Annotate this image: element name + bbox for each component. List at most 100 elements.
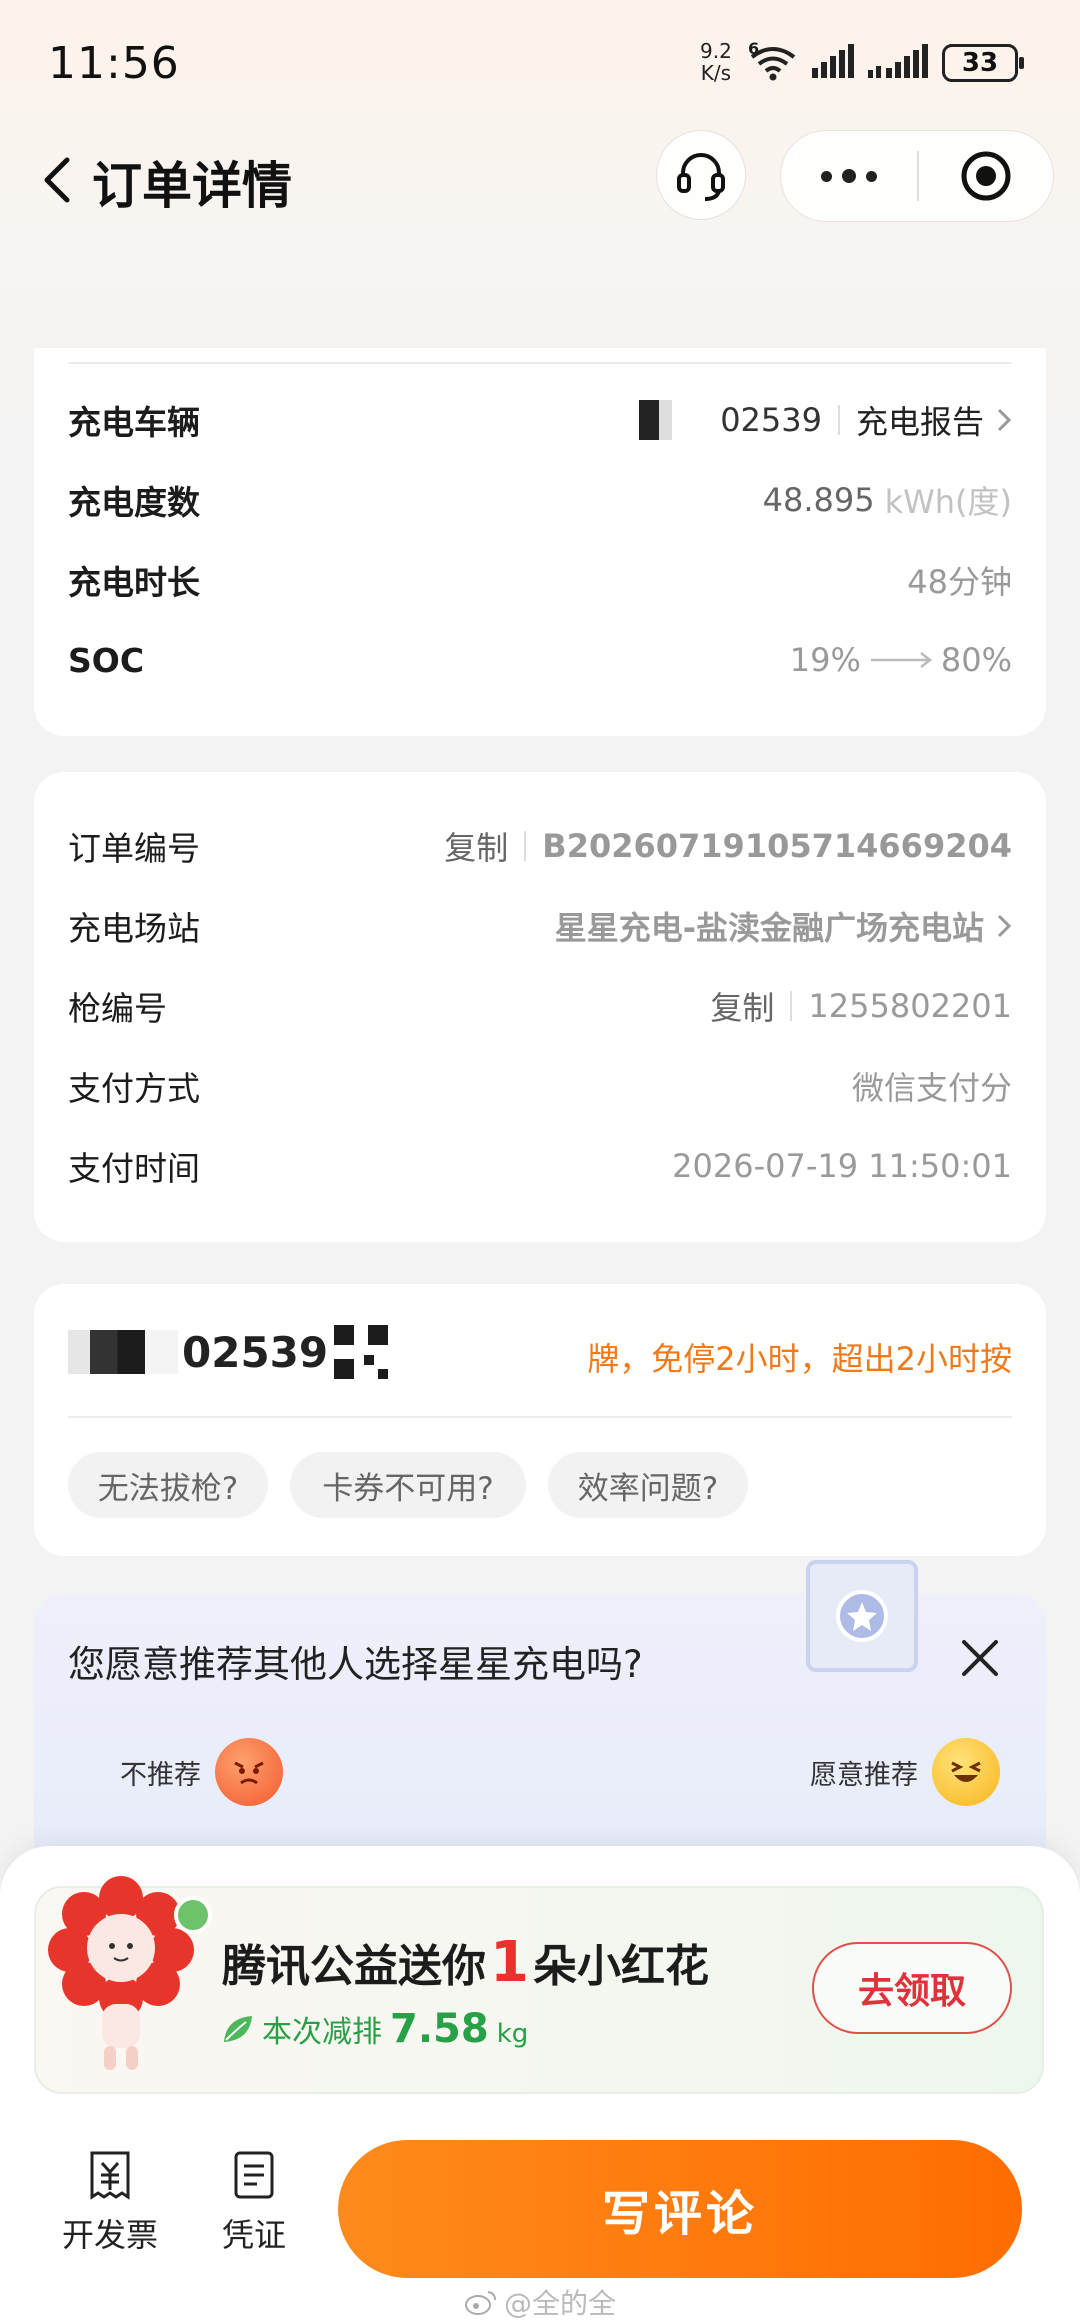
row-label: 支付方式 xyxy=(68,1069,200,1108)
voucher-button[interactable]: 凭证 xyxy=(194,2150,314,2256)
energy-value: 48.895 xyxy=(762,481,875,519)
station-name[interactable]: 星星充电-盐渎金融广场充电站 xyxy=(555,903,984,949)
soc-end: 80% xyxy=(940,641,1012,679)
charge-duration-row: 充电时长 48分钟 xyxy=(34,550,1046,610)
charge-info-card: 充电车辆 02539 充电报告 充电度数 48.895 kWh(度) 充电时长 … xyxy=(34,348,1046,736)
row-label: 充电时长 xyxy=(68,563,200,602)
emission-label: 本次减排 xyxy=(262,2015,382,2050)
divider xyxy=(524,831,527,861)
angry-face-icon xyxy=(215,1738,283,1806)
payment-method-row: 支付方式 微信支付分 xyxy=(34,1056,1046,1116)
signal-icon-2 xyxy=(868,44,928,82)
copy-gun-button[interactable]: 复制 xyxy=(710,983,774,1029)
battery-icon: 33 xyxy=(942,44,1024,82)
qa-plate-title: 02539 xyxy=(68,1322,389,1382)
status-time: 11:56 xyxy=(48,38,180,89)
laughing-face-icon xyxy=(932,1738,1000,1806)
survey-low-label: 不推荐 xyxy=(120,1759,201,1791)
reward-badge-icon xyxy=(806,1560,918,1672)
signal-icon xyxy=(812,44,854,82)
network-speed: 9.2 K/s xyxy=(700,40,732,84)
order-number-row: 订单编号 复制 B20260719105714669204 xyxy=(34,816,1046,876)
more-button[interactable] xyxy=(781,131,917,221)
station-row[interactable]: 充电场站 星星充电-盐渎金融广场充电站 xyxy=(34,896,1046,956)
order-number: B20260719105714669204 xyxy=(542,827,1012,865)
payment-time: 2026-07-19 11:50:01 xyxy=(672,1147,1012,1185)
plate-number: 02539 xyxy=(720,401,822,439)
duration-value: 48分钟 xyxy=(907,563,1012,601)
divider xyxy=(68,362,1012,364)
promo-title-text: 腾讯公益送你 xyxy=(222,1941,486,1992)
gun-number-row: 枪编号 复制 1255802201 xyxy=(34,976,1046,1036)
plate-redaction xyxy=(68,1330,178,1374)
station-qa-card: 02539 牌，免停2小时，超出2小时按 无法拔枪? 卡券不可用? 效率问题? xyxy=(34,1284,1046,1556)
voucher-label: 凭证 xyxy=(221,2216,286,2254)
row-label: SOC xyxy=(68,640,145,680)
page-title: 订单详情 xyxy=(92,157,292,215)
row-label: 订单编号 xyxy=(68,829,200,868)
network-speed-value: 9.2 xyxy=(700,39,732,63)
soc-row: SOC 19% 80% xyxy=(34,630,1046,690)
close-miniprogram-button[interactable] xyxy=(919,131,1053,221)
row-label: 充电场站 xyxy=(68,909,200,948)
promo-title: 腾讯公益送你1朵小红花 xyxy=(222,1930,709,1995)
charge-vehicle-row[interactable]: 充电车辆 02539 充电报告 xyxy=(34,390,1046,450)
chip-coupon-unusable[interactable]: 卡券不可用? xyxy=(290,1452,526,1518)
gun-number: 1255802201 xyxy=(808,987,1012,1025)
document-icon xyxy=(234,2151,274,2199)
weibo-icon xyxy=(464,2288,498,2316)
wifi-icon: 6 xyxy=(748,39,798,81)
status-bar: 11:56 9.2 K/s 6 33 xyxy=(0,0,1080,130)
row-label: 枪编号 xyxy=(68,989,167,1028)
chip-cannot-unplug[interactable]: 无法拔枪? xyxy=(68,1452,268,1518)
red-flower-mascot-icon xyxy=(48,1876,194,2070)
more-dot-icon xyxy=(821,170,832,182)
back-button[interactable] xyxy=(26,150,86,210)
headset-icon xyxy=(677,153,725,201)
close-icon xyxy=(962,1640,998,1676)
divider xyxy=(790,991,793,1021)
invoice-button[interactable]: 开发票 xyxy=(50,2150,170,2256)
chevron-right-icon xyxy=(996,407,1012,433)
survey-close-button[interactable] xyxy=(954,1632,1006,1684)
chip-efficiency[interactable]: 效率问题? xyxy=(548,1452,748,1518)
leaf-badge-icon xyxy=(174,1896,212,1934)
charge-energy-row: 充电度数 48.895 kWh(度) xyxy=(34,470,1046,530)
charity-promo-banner[interactable]: 腾讯公益送你1朵小红花 本次减排 7.58 kg 去领取 xyxy=(34,1876,1044,2094)
divider xyxy=(837,405,840,435)
row-label: 充电车辆 xyxy=(68,403,200,442)
claim-button[interactable]: 去领取 xyxy=(812,1942,1012,2034)
chevron-right-icon xyxy=(996,913,1012,939)
payment-method: 微信支付分 xyxy=(851,1069,1012,1107)
copy-order-button[interactable]: 复制 xyxy=(444,823,508,869)
target-icon xyxy=(961,151,1011,201)
emission-reduction: 本次减排 7.58 kg xyxy=(222,2006,528,2052)
survey-question: 您愿意推荐其他人选择星星充电吗? xyxy=(68,1643,643,1686)
more-dot-icon xyxy=(842,169,856,183)
row-label: 支付时间 xyxy=(68,1149,200,1188)
wifi-badge: 6 xyxy=(748,39,760,58)
survey-low-end: 不推荐 xyxy=(120,1738,283,1806)
payment-time-row: 支付时间 2026-07-19 11:50:01 xyxy=(34,1136,1046,1196)
order-info-card: 订单编号 复制 B20260719105714669204 充电场站 星星充电-… xyxy=(34,772,1046,1242)
promo-title-text: 朵小红花 xyxy=(532,1941,709,1992)
divider xyxy=(68,1416,1012,1418)
plate-redaction xyxy=(606,400,717,440)
qr-code-icon[interactable] xyxy=(334,1325,389,1379)
invoice-icon xyxy=(90,2151,130,2200)
status-icons: 6 33 xyxy=(748,38,1024,88)
plate-number: 02539 xyxy=(182,1327,329,1377)
emission-unit: kg xyxy=(496,2019,529,2049)
chevron-left-icon xyxy=(44,157,70,203)
charge-report-link[interactable]: 充电报告 xyxy=(856,397,984,443)
customer-service-button[interactable] xyxy=(656,130,746,220)
watermark: @全的全 xyxy=(464,2282,616,2322)
parking-notice: 牌，免停2小时，超出2小时按 xyxy=(587,1340,1012,1378)
invoice-label: 开发票 xyxy=(61,2216,158,2254)
write-review-button[interactable]: 写评论 xyxy=(338,2140,1022,2278)
row-label: 充电度数 xyxy=(68,483,200,522)
survey-high-end: 愿意推荐 xyxy=(810,1738,1000,1806)
watermark-text: @全的全 xyxy=(504,2287,617,2320)
network-speed-unit: K/s xyxy=(700,61,732,85)
energy-unit: kWh(度) xyxy=(884,483,1012,521)
